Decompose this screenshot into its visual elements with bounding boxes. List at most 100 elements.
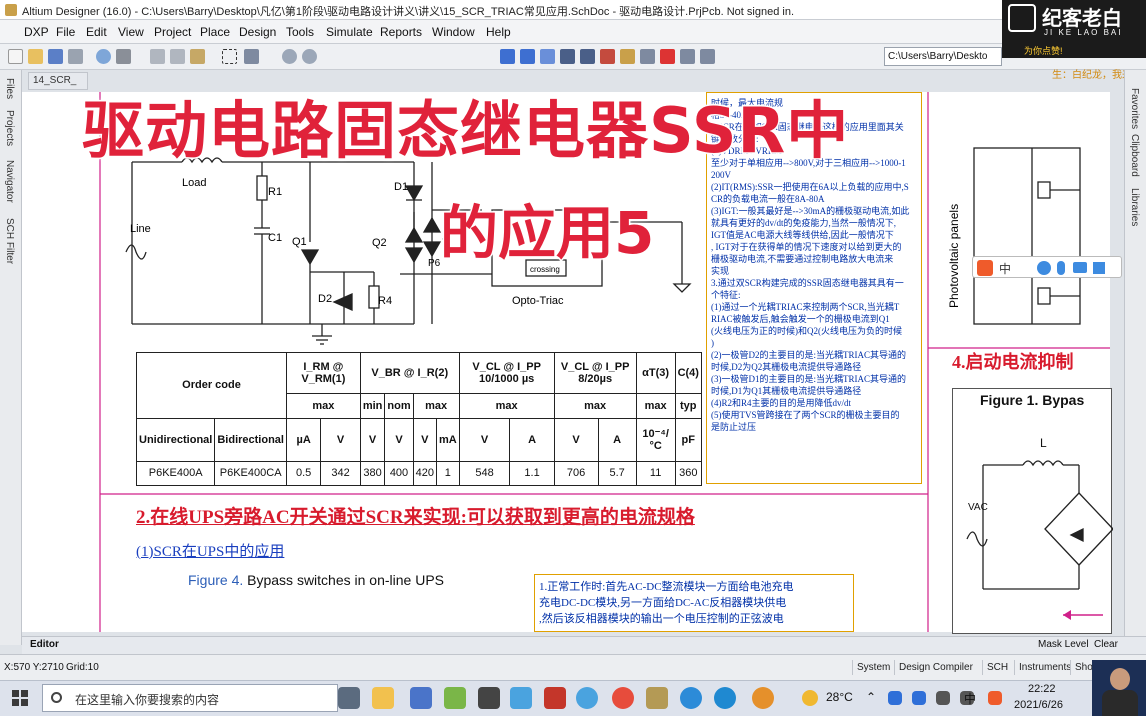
tab-clipboard[interactable]: Clipboard: [1129, 134, 1140, 177]
menu-simulate[interactable]: Simulate: [326, 25, 373, 39]
wps-icon[interactable]: [544, 687, 566, 709]
tab-sch-filter[interactable]: SCH Filter: [4, 218, 15, 264]
tab-favorites[interactable]: Favorites: [1129, 88, 1140, 129]
redo-icon[interactable]: [302, 49, 317, 64]
game-icon[interactable]: [478, 687, 500, 709]
line-icon[interactable]: [700, 49, 715, 64]
editor-tab[interactable]: Editor: [30, 639, 59, 650]
cut-icon[interactable]: [150, 49, 165, 64]
bus-icon[interactable]: [520, 49, 535, 64]
note-line: ): [711, 338, 714, 348]
net-label-icon[interactable]: [540, 49, 555, 64]
figure1-vac-label: VAC: [968, 502, 988, 513]
label-p6: P6: [428, 258, 441, 269]
tab-files[interactable]: Files: [4, 78, 15, 99]
menu-file[interactable]: File: [56, 25, 75, 39]
emoji-icon[interactable]: [1037, 261, 1051, 275]
path-field-value: C:\Users\Barry\Deskto: [888, 51, 988, 62]
text-frame-icon[interactable]: [680, 49, 695, 64]
chrome-icon[interactable]: [612, 687, 634, 709]
print-icon[interactable]: [68, 49, 83, 64]
menu-bar: DXP File Edit View Project Place Design …: [0, 20, 1146, 44]
menu-edit[interactable]: Edit: [86, 25, 107, 39]
note-line: 充电DC-DC模块,另一方面给DC-AC反相器模块供电: [539, 597, 787, 609]
th-unit: V: [553, 417, 599, 462]
window-title: Altium Designer (16.0) - C:\Users\Barry\…: [22, 6, 795, 18]
zoom-icon[interactable]: [96, 49, 111, 64]
network-icon[interactable]: [936, 691, 950, 705]
open-folder-icon[interactable]: [28, 49, 43, 64]
sogou-icon[interactable]: [977, 260, 993, 276]
paste-icon[interactable]: [190, 49, 205, 64]
menu-tools[interactable]: Tools: [286, 25, 314, 39]
tab-navigator[interactable]: Navigator: [4, 160, 15, 203]
calculator-icon[interactable]: [338, 687, 360, 709]
power-port-icon[interactable]: [560, 49, 575, 64]
microphone-icon[interactable]: [1057, 261, 1065, 275]
menu-reports[interactable]: Reports: [380, 25, 422, 39]
no-erc-icon[interactable]: [660, 49, 675, 64]
mail-icon[interactable]: [410, 687, 432, 709]
menu-design[interactable]: Design: [239, 25, 276, 39]
move-icon[interactable]: [244, 49, 259, 64]
th-unit: A: [597, 417, 637, 462]
save-icon[interactable]: [48, 49, 63, 64]
tab-projects[interactable]: Projects: [4, 110, 15, 146]
ime-toolbar[interactable]: 中: [972, 256, 1122, 278]
keyboard-icon[interactable]: [1073, 262, 1087, 273]
ground-icon[interactable]: [580, 49, 595, 64]
capture-icon[interactable]: [576, 687, 598, 709]
taskbar-search-input[interactable]: 在这里输入你要搜索的内容: [42, 684, 338, 712]
undo-icon[interactable]: [282, 49, 297, 64]
edge-icon[interactable]: [714, 687, 736, 709]
clear-button[interactable]: Clear: [1094, 639, 1118, 650]
tray-app2-icon[interactable]: [912, 691, 926, 705]
tab-libraries[interactable]: Libraries: [1129, 188, 1140, 226]
th-sub: max: [285, 393, 361, 419]
panel-design-compiler[interactable]: Design Compiler: [894, 660, 977, 675]
windows-start-icon[interactable]: [12, 690, 28, 706]
mask-level-button[interactable]: Mask Level: [1038, 639, 1089, 650]
menu-dxp[interactable]: DXP: [24, 25, 49, 39]
menu-window[interactable]: Window: [432, 25, 475, 39]
file-explorer-icon[interactable]: [372, 687, 394, 709]
new-file-icon[interactable]: [8, 49, 23, 64]
copy-icon[interactable]: [170, 49, 185, 64]
document-tab[interactable]: 14_SCR_: [28, 72, 88, 90]
video-editor-icon[interactable]: [752, 687, 774, 709]
photo-icon[interactable]: [510, 687, 532, 709]
tray-app-icon[interactable]: [888, 691, 902, 705]
note-line: CR的负载电流一般在8A-80A: [711, 194, 825, 204]
sheet-symbol-icon[interactable]: [620, 49, 635, 64]
ime-chinese-mode[interactable]: 中: [999, 260, 1011, 277]
shirt-icon[interactable]: [1093, 262, 1105, 274]
port-icon[interactable]: [640, 49, 655, 64]
cell: 1.1: [509, 460, 555, 487]
tray-chevron-icon[interactable]: ⌃: [866, 690, 876, 704]
ime-mode-icon[interactable]: 中: [964, 690, 976, 707]
cell: 5.7: [597, 460, 637, 487]
recorder-icon[interactable]: [680, 687, 702, 709]
wire-icon[interactable]: [500, 49, 515, 64]
note-line: RIAC被触发后,触会触发一个的栅极电流到Q1: [711, 314, 890, 324]
panel-system[interactable]: System: [852, 660, 894, 675]
note-line: IGT值是AC电源大线等线供给,因此一般情况下: [711, 230, 894, 240]
path-field[interactable]: C:\Users\Barry\Deskto: [884, 47, 1002, 66]
part-icon[interactable]: [600, 49, 615, 64]
panel-sch[interactable]: SCH: [982, 660, 1012, 675]
altium-icon[interactable]: [646, 687, 668, 709]
component-icon[interactable]: [116, 49, 131, 64]
th-vbr: V_BR @ I_R(2): [359, 351, 460, 395]
select-icon[interactable]: [222, 49, 237, 64]
note-line: 1.正常工作时:首先AC-DC整流模块一方面给电池充电: [539, 581, 794, 593]
menu-view[interactable]: View: [118, 25, 144, 39]
weather-temp: 28°C: [826, 690, 853, 704]
sogou-tray-icon[interactable]: [988, 691, 1002, 705]
paint-icon[interactable]: [444, 687, 466, 709]
th-unit: V: [412, 417, 437, 462]
menu-place[interactable]: Place: [200, 25, 230, 39]
menu-project[interactable]: Project: [154, 25, 191, 39]
menu-help[interactable]: Help: [486, 25, 511, 39]
th-sub: max: [553, 393, 637, 419]
panel-instruments[interactable]: Instruments: [1014, 660, 1075, 675]
